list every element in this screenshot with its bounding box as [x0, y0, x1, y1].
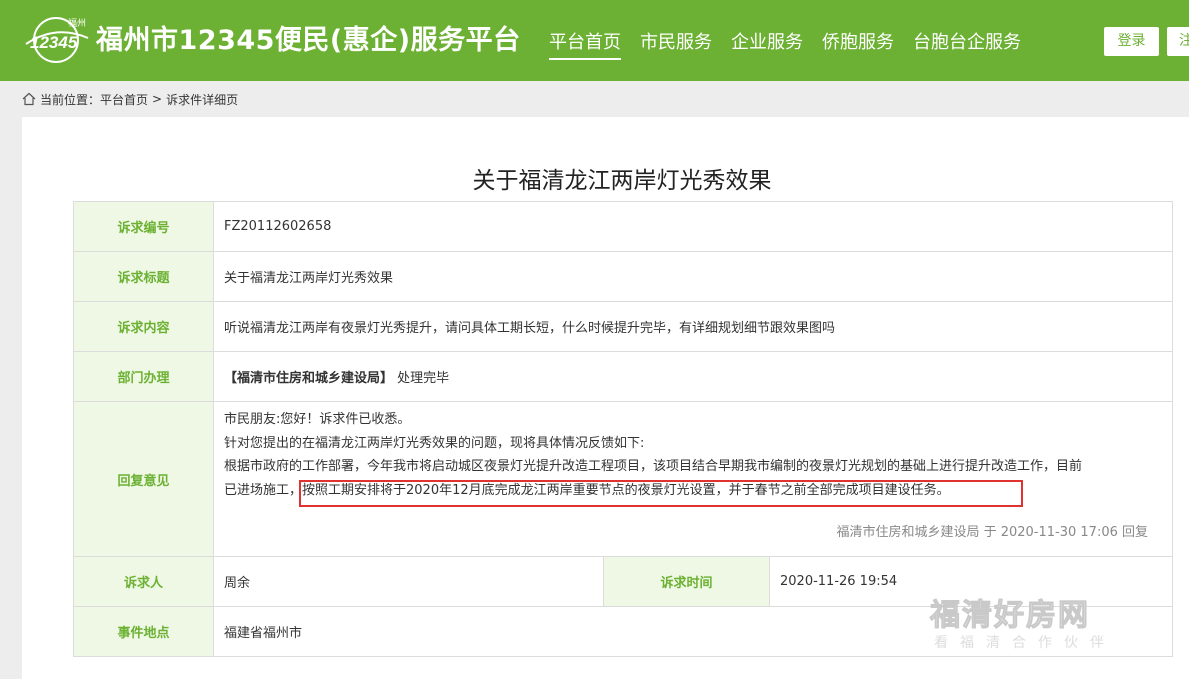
nav-overseas[interactable]: 侨胞服务: [822, 28, 894, 60]
nav-home[interactable]: 平台首页: [549, 28, 621, 60]
subject-label: 诉求标题: [73, 251, 214, 302]
reply-line: 针对您提出的在福清龙江两岸灯光秀效果的问题，现将具体情况反馈如下:: [224, 435, 645, 451]
top-header: 12345 福州 福州市12345便民(惠企)服务平台 平台首页 市民服务 企业…: [0, 0, 1189, 81]
table-row: 事件地点 福建省福州市: [73, 606, 1173, 657]
reply-line: 市民朋友:您好！诉求件已收悉。: [224, 412, 411, 427]
home-icon: [22, 92, 36, 106]
subject-value: 关于福清龙江两岸灯光秀效果: [213, 251, 1173, 302]
reply-meta: 福清市住房和城乡建设局 于 2020-11-30 17:06 回复: [836, 524, 1148, 540]
table-row: 诉求编号 FZ20112602658: [73, 201, 1173, 252]
dept-name: 【福清市住房和城乡建设局】: [224, 371, 394, 386]
table-row: 诉求标题 关于福清龙江两岸灯光秀效果: [73, 251, 1173, 302]
login-button[interactable]: 登录: [1104, 27, 1159, 56]
breadcrumb-home[interactable]: 平台首页: [100, 91, 148, 108]
reply-body: 市民朋友:您好！诉求件已收悉。 针对您提出的在福清龙江两岸灯光秀效果的问题，现将…: [214, 402, 1172, 556]
content-label: 诉求内容: [73, 301, 214, 352]
requester-value: 周余: [213, 556, 604, 607]
table-row: 部门办理 【福清市住房和城乡建设局】 处理完毕: [73, 351, 1173, 402]
nav-citizen[interactable]: 市民服务: [640, 28, 712, 60]
reply-line: 根据市政府的工作部署，今年我市将启动城区夜景灯光提升改造工程项目，该项目结合早期…: [224, 459, 1083, 474]
reply-label: 回复意见: [73, 401, 214, 557]
time-value: 2020-11-26 19:54: [769, 556, 1173, 607]
breadcrumb-current: 诉求件详细页: [166, 92, 239, 107]
dept-status: 处理完毕: [397, 371, 450, 386]
dept-cell: 【福清市住房和城乡建设局】 处理完毕: [213, 351, 1173, 402]
register-button[interactable]: 注: [1167, 27, 1189, 56]
highlight-annotation: [299, 480, 1023, 507]
detail-table: 诉求编号 FZ20112602658 诉求标题 关于福清龙江两岸灯光秀效果 诉求…: [73, 201, 1173, 657]
id-value: FZ20112602658: [213, 201, 1173, 252]
main-content: 关于福清龙江两岸灯光秀效果 诉求编号 FZ20112602658 诉求标题 关于…: [22, 117, 1189, 679]
page-title: 关于福清龙江两岸灯光秀效果: [472, 168, 772, 194]
dept-label: 部门办理: [73, 351, 214, 402]
nav-enterprise[interactable]: 企业服务: [731, 28, 803, 60]
requester-label: 诉求人: [73, 556, 214, 607]
id-label: 诉求编号: [73, 201, 214, 252]
breadcrumb-separator: >: [152, 92, 163, 106]
breadcrumb-prefix: 当前位置：: [40, 92, 101, 107]
logo-icon[interactable]: 12345 福州: [22, 14, 92, 66]
table-row: 回复意见 市民朋友:您好！诉求件已收悉。 针对您提出的在福清龙江两岸灯光秀效果的…: [73, 401, 1173, 557]
location-value: 福建省福州市: [213, 606, 1173, 657]
location-label: 事件地点: [73, 606, 214, 657]
table-row: 诉求人 周余 诉求时间 2020-11-26 19:54: [73, 556, 1173, 607]
content-value: 听说福清龙江两岸有夜景灯光秀提升，请问具体工期长短，什么时候提升完毕，有详细规划…: [213, 301, 1173, 352]
time-label: 诉求时间: [603, 556, 770, 607]
logo-number: 12345: [30, 33, 78, 52]
main-nav: 平台首页 市民服务 企业服务 侨胞服务 台胞台企服务: [549, 28, 1040, 60]
table-row: 诉求内容 听说福清龙江两岸有夜景灯光秀提升，请问具体工期长短，什么时候提升完毕，…: [73, 301, 1173, 352]
breadcrumb: 当前位置： 平台首页 > 诉求件详细页: [22, 90, 238, 108]
reply-cell: 市民朋友:您好！诉求件已收悉。 针对您提出的在福清龙江两岸灯光秀效果的问题，现将…: [213, 401, 1173, 557]
logo-city: 福州: [68, 17, 86, 29]
nav-taiwan[interactable]: 台胞台企服务: [913, 28, 1021, 60]
site-title: 福州市12345便民(惠企)服务平台: [96, 25, 521, 56]
